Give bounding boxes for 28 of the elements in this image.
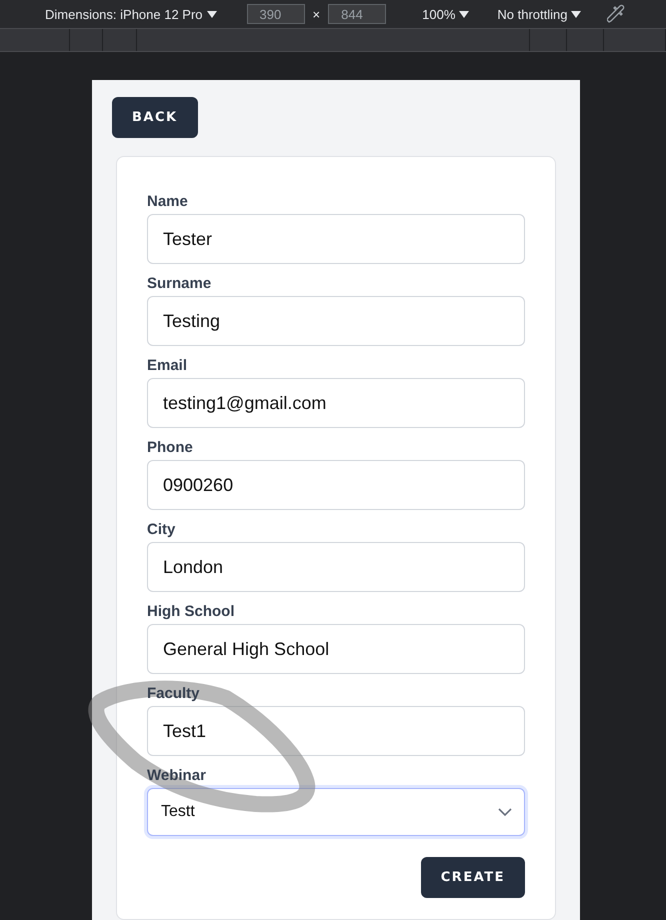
input-field[interactable]: General High School (147, 624, 525, 674)
field-label: City (147, 521, 176, 538)
throttling-selector[interactable]: No throttling (497, 6, 568, 22)
dropdown-arrow-icon[interactable] (206, 10, 217, 18)
device-selector[interactable]: Dimensions: iPhone 12 Pro (45, 6, 203, 22)
times-sign: × (312, 6, 320, 22)
field-label: Surname (147, 275, 212, 292)
input-field[interactable]: Testing (147, 296, 525, 346)
input-field[interactable]: London (147, 542, 525, 592)
webinar-select[interactable]: Testt (147, 788, 525, 836)
create-button[interactable]: CREATE (420, 857, 525, 898)
field-label: Webinar (147, 767, 206, 784)
input-field[interactable]: testing1@gmail.com (147, 378, 525, 428)
input-field[interactable]: Tester (147, 214, 525, 264)
chevron-down-icon (498, 808, 512, 816)
dropdown-arrow-icon[interactable] (571, 10, 582, 18)
field-label: Phone (147, 439, 193, 456)
field-label: Email (147, 357, 188, 374)
input-field[interactable]: 0900260 (147, 460, 525, 510)
field-label: Faculty (147, 685, 200, 702)
dropdown-arrow-icon[interactable] (459, 10, 470, 18)
height-field[interactable]: 844 (328, 4, 386, 24)
field-label: High School (147, 603, 234, 620)
field-label: Name (147, 193, 188, 210)
zoom-selector[interactable]: 100% (422, 6, 456, 22)
width-field[interactable]: 390 (246, 4, 305, 24)
input-field[interactable]: Test1 (147, 706, 525, 756)
back-button[interactable]: BACK (112, 97, 198, 138)
